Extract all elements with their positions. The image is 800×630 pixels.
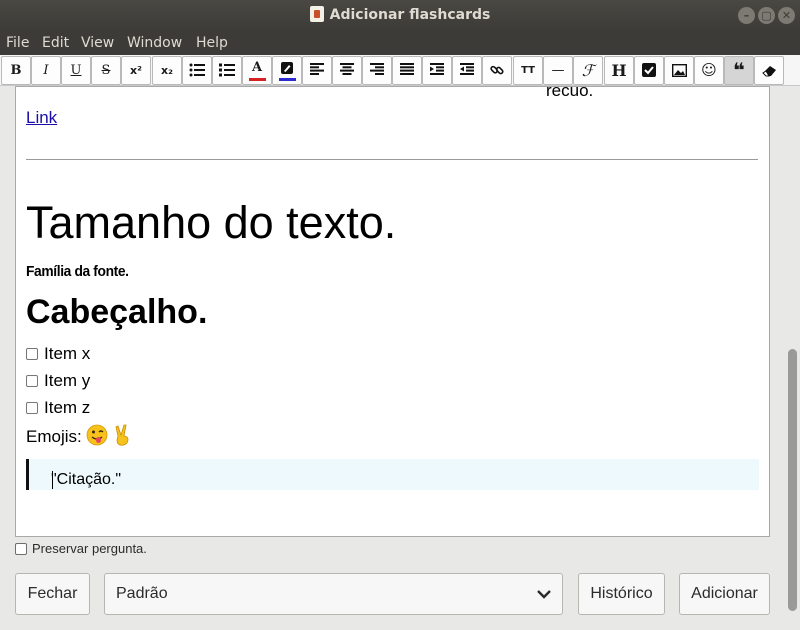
editor-link[interactable]: Link xyxy=(26,108,57,128)
highlight-color-swatch xyxy=(279,78,296,81)
menu-file[interactable]: File xyxy=(6,35,29,51)
checklist-item-x[interactable]: Item x xyxy=(26,344,90,364)
align-right-icon xyxy=(370,63,384,75)
emoji-button[interactable]: ☺ xyxy=(694,56,724,85)
superscript-button[interactable]: x² xyxy=(121,56,151,85)
preserve-checkbox[interactable] xyxy=(15,543,27,555)
align-left-button[interactable] xyxy=(302,56,332,85)
align-justify-icon xyxy=(400,63,414,75)
editor-scrollbar[interactable] xyxy=(786,86,798,622)
checkbox[interactable] xyxy=(26,402,38,414)
formatting-toolbar: B I U S x² x₂ A TT — ℱ H ☺ ❝ xyxy=(0,55,800,86)
deck-select[interactable]: Padrão xyxy=(104,573,563,615)
align-left-icon xyxy=(310,63,324,75)
text-color-button[interactable]: A xyxy=(242,56,272,85)
align-justify-button[interactable] xyxy=(392,56,422,85)
checklist-item-y[interactable]: Item y xyxy=(26,371,90,391)
menu-edit[interactable]: Edit xyxy=(42,35,69,51)
indent-button[interactable] xyxy=(422,56,452,85)
font-family-sample: Família da fonte. xyxy=(26,263,129,280)
align-center-icon xyxy=(340,63,354,75)
insert-image-button[interactable] xyxy=(664,56,694,85)
image-icon xyxy=(671,63,687,78)
checklist-item-z[interactable]: Item z xyxy=(26,398,90,418)
history-button[interactable]: Histórico xyxy=(578,573,665,615)
clear-format-button[interactable] xyxy=(754,56,784,85)
close-button[interactable]: Fechar xyxy=(15,573,90,615)
font-family-icon: ℱ xyxy=(581,61,595,80)
quote-text: "Citação." xyxy=(51,471,122,488)
checkbox-icon xyxy=(642,63,656,77)
outdent-button[interactable] xyxy=(452,56,482,85)
preserve-label: Preservar pergunta. xyxy=(32,541,147,556)
underline-button[interactable]: U xyxy=(61,56,91,85)
checkbox[interactable] xyxy=(26,348,38,360)
winking-tongue-emoji-icon xyxy=(87,424,108,446)
highlighter-icon xyxy=(281,62,293,74)
close-window-button[interactable]: ✕ xyxy=(778,7,795,24)
menu-window[interactable]: Window xyxy=(127,35,182,51)
window-titlebar: Adicionar flashcards – ▢ ✕ xyxy=(0,0,800,31)
align-right-button[interactable] xyxy=(362,56,392,85)
menu-view[interactable]: View xyxy=(81,35,114,51)
card-editor[interactable]: recuo. Link Tamanho do texto. Família da… xyxy=(15,86,770,537)
italic-button[interactable]: I xyxy=(31,56,61,85)
deck-select-value: Padrão xyxy=(116,585,168,602)
indent-text: recuo. xyxy=(546,86,594,100)
link-icon xyxy=(490,65,504,75)
text-color-icon: A xyxy=(251,60,263,75)
heading-button[interactable]: H xyxy=(604,56,634,85)
horizontal-rule-button[interactable]: — xyxy=(543,56,573,85)
victory-hand-emoji-icon xyxy=(115,424,129,446)
bold-button[interactable]: B xyxy=(1,56,31,85)
blockquote-button[interactable]: ❝ xyxy=(724,56,754,85)
checklist-button[interactable] xyxy=(634,56,664,85)
font-family-button[interactable]: ℱ xyxy=(573,56,603,85)
checklist-label: Item z xyxy=(44,398,91,417)
large-text: Tamanho do texto. xyxy=(26,197,397,248)
window-title: Adicionar flashcards xyxy=(329,7,491,23)
minimize-button[interactable]: – xyxy=(738,7,755,24)
blockquote[interactable]: "Citação." xyxy=(26,459,759,490)
outdent-icon xyxy=(460,63,474,75)
bullet-list-icon xyxy=(189,63,205,77)
checklist-label: Item y xyxy=(44,371,91,390)
align-center-button[interactable] xyxy=(332,56,362,85)
insert-link-button[interactable] xyxy=(482,56,512,85)
scrollbar-thumb[interactable] xyxy=(788,349,797,611)
numbered-list-button[interactable] xyxy=(212,56,242,85)
highlight-color-button[interactable] xyxy=(272,56,302,85)
add-button[interactable]: Adicionar xyxy=(679,573,770,615)
font-size-button[interactable]: TT xyxy=(513,56,543,85)
window-title-area: Adicionar flashcards xyxy=(0,0,800,31)
text-caret xyxy=(52,471,53,489)
emojis-line: Emojis: xyxy=(26,424,133,447)
checklist-label: Item x xyxy=(44,344,91,363)
menu-help[interactable]: Help xyxy=(196,35,228,51)
heading-sample: Cabeçalho. xyxy=(26,293,208,331)
chevron-down-icon xyxy=(537,590,551,599)
horizontal-rule xyxy=(26,159,758,160)
menubar: File Edit View Window Help xyxy=(0,31,800,55)
emojis-label: Emojis: xyxy=(26,427,82,446)
text-color-swatch xyxy=(249,78,266,81)
checkbox[interactable] xyxy=(26,375,38,387)
maximize-button[interactable]: ▢ xyxy=(758,7,775,24)
strikethrough-button[interactable]: S xyxy=(91,56,121,85)
subscript-button[interactable]: x₂ xyxy=(152,56,182,85)
smiley-icon: ☺ xyxy=(701,61,717,79)
eraser-icon xyxy=(761,66,776,77)
bullet-list-button[interactable] xyxy=(182,56,212,85)
app-icon xyxy=(309,6,324,22)
preserve-question-option[interactable]: Preservar pergunta. xyxy=(15,541,147,556)
numbered-list-icon xyxy=(219,63,235,77)
indent-icon xyxy=(430,63,444,75)
